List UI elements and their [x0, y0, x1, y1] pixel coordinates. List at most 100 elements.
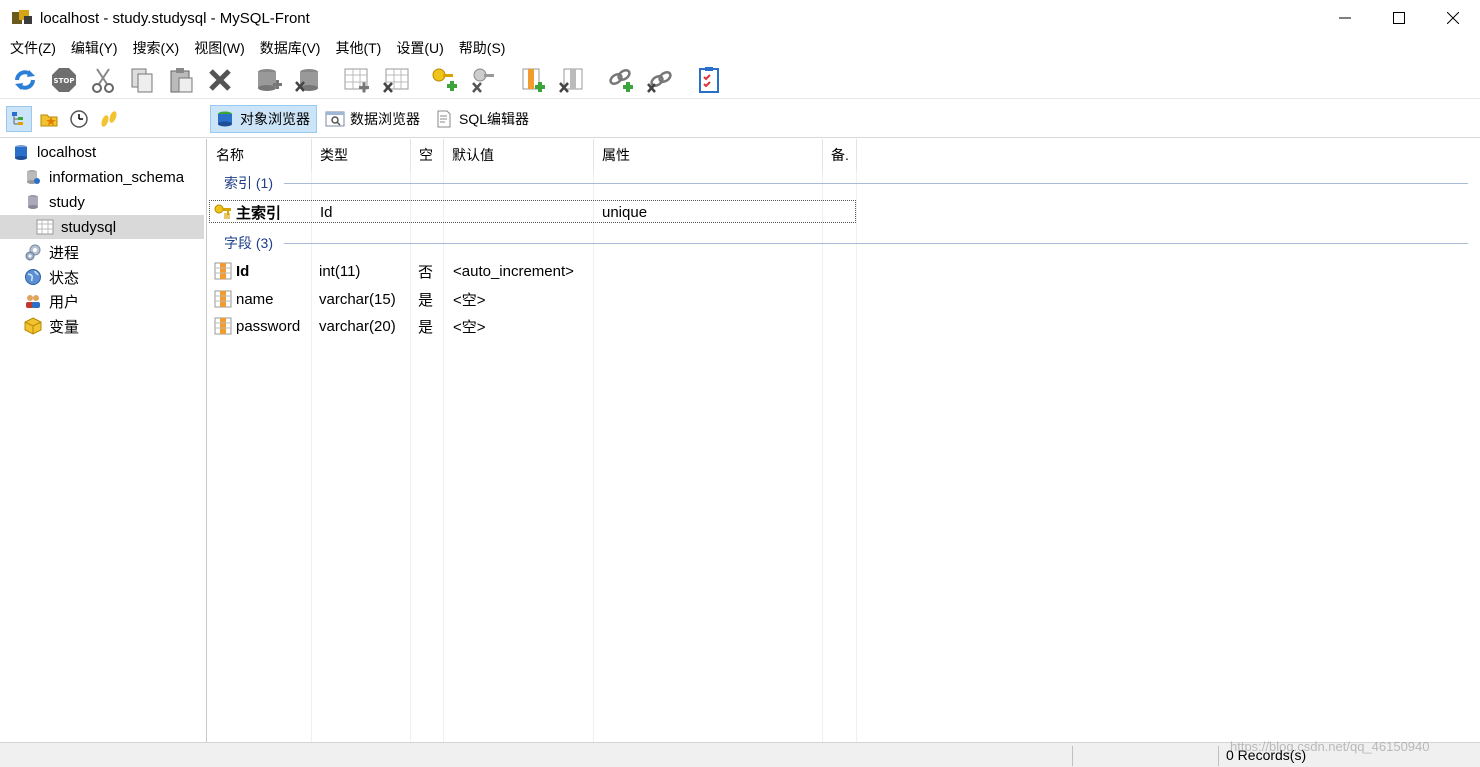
svg-text:STOP: STOP	[54, 77, 75, 85]
new-table-button[interactable]	[340, 63, 374, 97]
tree-item-studysql[interactable]: studysql	[0, 215, 204, 239]
new-database-button[interactable]	[252, 63, 286, 97]
data-browser-icon	[325, 110, 345, 128]
field-group-header: 字段 (3)	[224, 235, 273, 251]
field-icon	[214, 262, 232, 280]
field-null-cell: 否	[418, 263, 434, 281]
delete-foreign-key-icon	[647, 70, 672, 93]
tree-item-information-schema[interactable]: information_schema	[24, 165, 184, 189]
tab-sql-editor-label: SQL编辑器	[459, 110, 530, 127]
tab-object-browser[interactable]: 对象浏览器	[210, 104, 317, 133]
menu-file[interactable]: 文件(Z)	[4, 36, 62, 60]
close-button[interactable]	[1426, 0, 1480, 36]
menu-edit[interactable]: 编辑(Y)	[65, 36, 124, 60]
delete-table-icon	[383, 68, 409, 93]
index-field-cell: Id	[320, 203, 333, 221]
table-icon	[36, 218, 54, 236]
sql-editor-icon	[434, 110, 454, 128]
tree-view-button[interactable]	[6, 105, 32, 132]
properties-button[interactable]	[692, 63, 726, 97]
menu-settings[interactable]: 设置(U)	[390, 36, 449, 60]
field-name-cell[interactable]: password	[214, 314, 300, 338]
stop-button[interactable]: STOP	[47, 63, 81, 97]
tab-data-browser-label: 数据浏览器	[350, 110, 420, 127]
menu-view[interactable]: 视图(W)	[188, 36, 251, 60]
tree-view-icon	[12, 111, 23, 125]
minimize-button[interactable]	[1318, 0, 1372, 36]
system-database-icon	[24, 168, 42, 186]
index-name-cell: 主索引	[214, 200, 281, 224]
copy-button[interactable]	[125, 63, 159, 97]
history-button[interactable]	[66, 106, 92, 132]
menu-search[interactable]: 搜索(X)	[127, 36, 186, 60]
delete-foreign-key-button[interactable]	[643, 63, 677, 97]
new-index-icon	[432, 68, 457, 91]
server-icon	[12, 143, 30, 161]
delete-database-button[interactable]	[291, 63, 325, 97]
new-index-button[interactable]	[428, 63, 462, 97]
field-default-cell: <空>	[453, 318, 486, 336]
column-header-name[interactable]: 名称	[208, 139, 312, 171]
new-foreign-key-button[interactable]	[604, 63, 638, 97]
menu-help[interactable]: 帮助(S)	[453, 36, 512, 60]
column-header-attributes[interactable]: 属性	[594, 139, 823, 171]
view-toolbar: 对象浏览器 数据浏览器 SQL编辑器	[0, 100, 1480, 138]
watermark: https://blog.csdn.net/qq_46150940	[1230, 739, 1430, 754]
field-icon	[214, 317, 232, 335]
column-header-comment[interactable]: 备.	[823, 139, 857, 171]
delete-database-icon	[295, 68, 318, 92]
delete-table-button[interactable]	[379, 63, 413, 97]
tree-label: information_schema	[49, 168, 185, 186]
folder-icon	[40, 114, 58, 126]
footsteps-button[interactable]	[96, 106, 122, 132]
maximize-button[interactable]	[1372, 0, 1426, 36]
new-table-icon	[344, 68, 369, 92]
cut-button[interactable]	[86, 63, 120, 97]
delete-field-button[interactable]	[555, 63, 589, 97]
tree-label: 变量	[49, 318, 80, 336]
main-toolbar: STOP	[0, 61, 1480, 99]
field-icon	[214, 290, 232, 308]
column-header-null[interactable]: 空	[411, 139, 444, 171]
title-bar: localhost - study.studysql - MySQL-Front	[0, 0, 1480, 36]
structure-grid: 名称 类型 空 默认值 属性 备. 索引 (1) 主索引 Id unique 字…	[208, 139, 1480, 742]
field-type-cell: varchar(20)	[319, 317, 396, 335]
tab-data-browser[interactable]: 数据浏览器	[321, 105, 426, 133]
tree-item-variables[interactable]: 变量	[24, 314, 79, 338]
tree-item-status[interactable]: 状态	[24, 265, 79, 289]
tree-item-study[interactable]: study	[24, 190, 85, 214]
database-icon	[24, 193, 42, 211]
tree-item-localhost[interactable]: localhost	[12, 140, 96, 164]
field-null-cell: 是	[418, 318, 434, 336]
app-icon	[12, 10, 34, 26]
delete-button[interactable]	[203, 63, 237, 97]
tab-sql-editor[interactable]: SQL编辑器	[430, 105, 535, 133]
paste-icon	[170, 67, 193, 92]
menu-database[interactable]: 数据库(V)	[254, 36, 327, 60]
delete-index-button[interactable]	[467, 63, 501, 97]
refresh-button[interactable]	[8, 63, 42, 97]
field-name-cell[interactable]: Id	[214, 259, 249, 283]
column-header-type[interactable]: 类型	[312, 139, 411, 171]
tab-object-browser-label: 对象浏览器	[240, 110, 310, 127]
footsteps-icon	[101, 110, 117, 127]
new-field-button[interactable]	[516, 63, 550, 97]
tree-label: 状态	[49, 269, 80, 287]
new-field-icon	[522, 68, 545, 92]
paste-button[interactable]	[164, 63, 198, 97]
column-header-default[interactable]: 默认值	[444, 139, 594, 171]
field-default-cell: <空>	[453, 291, 486, 309]
favorites-button[interactable]	[36, 106, 62, 132]
box-icon	[24, 317, 42, 335]
tree-label: 进程	[49, 244, 80, 262]
tree-label: 用户	[49, 293, 80, 311]
menu-other[interactable]: 其他(T)	[329, 36, 387, 60]
tree-item-processes[interactable]: 进程	[24, 240, 79, 264]
table-row[interactable]	[209, 200, 856, 223]
gears-icon	[24, 243, 42, 261]
field-name-cell[interactable]: name	[214, 287, 274, 311]
index-group-header: 索引 (1)	[224, 175, 273, 191]
users-icon	[24, 292, 42, 310]
clock-icon	[70, 109, 88, 128]
tree-item-users[interactable]: 用户	[24, 289, 79, 313]
